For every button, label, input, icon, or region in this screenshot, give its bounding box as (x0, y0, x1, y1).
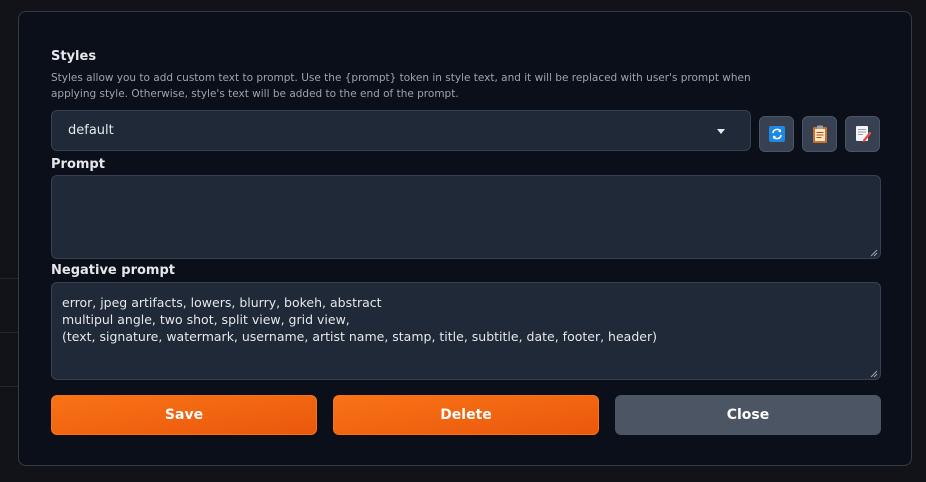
chevron-down-icon (717, 129, 725, 134)
negative-prompt-textarea[interactable] (51, 282, 881, 380)
background-divider (0, 386, 18, 387)
refresh-styles-button[interactable] (759, 116, 794, 152)
modal-description: Styles allow you to add custom text to p… (51, 72, 751, 100)
negative-prompt-label: Negative prompt (51, 263, 175, 278)
prompt-textarea[interactable] (51, 175, 881, 259)
background-divider (0, 278, 18, 279)
refresh-icon (768, 126, 785, 142)
delete-button[interactable]: Delete (333, 395, 599, 435)
background-divider (0, 332, 18, 333)
close-button[interactable]: Close (615, 395, 881, 435)
copy-style-button[interactable] (845, 116, 880, 152)
save-button[interactable]: Save (51, 395, 317, 435)
edit-note-icon (855, 126, 871, 142)
resize-handle-icon[interactable] (870, 370, 878, 378)
clipboard-icon (812, 125, 827, 143)
styles-modal: Styles Styles allow you to add custom te… (18, 11, 912, 466)
prompt-label: Prompt (51, 157, 105, 172)
modal-title: Styles (51, 49, 97, 64)
apply-style-button[interactable] (802, 116, 837, 152)
style-select-value: default (68, 123, 114, 138)
style-select-dropdown[interactable]: default (51, 110, 751, 151)
resize-handle-icon[interactable] (870, 249, 878, 257)
